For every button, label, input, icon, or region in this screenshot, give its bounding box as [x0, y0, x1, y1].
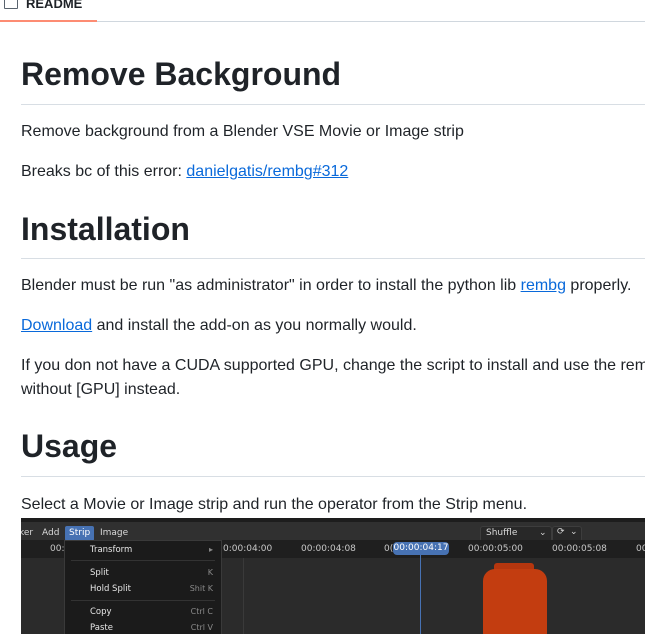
- breaks-paragraph: Breaks bc of this error: danielgatis/rem…: [21, 160, 348, 184]
- preview-figure: [483, 569, 547, 634]
- heading-rule: [21, 476, 645, 477]
- readme-tab[interactable]: README: [0, 0, 97, 22]
- breaks-text: Breaks bc of this error:: [21, 163, 187, 180]
- download-text: and install the add-on as you normally w…: [92, 317, 417, 334]
- split-shortcut: K: [207, 568, 213, 577]
- cuda-paragraph-line1: If you don not have a CUDA supported GPU…: [21, 357, 645, 374]
- cuda-paragraph-line2: without [GPU] instead.: [21, 381, 181, 398]
- timeline-tick: 00: [636, 544, 645, 554]
- download-paragraph: Download and install the add-on as you n…: [21, 314, 417, 338]
- blender-menubar: ker Add Strip Image Shuffle ⌄ ⟳ ⌄: [21, 518, 645, 542]
- timeline-left-label: 00:: [50, 544, 65, 554]
- playhead-time: 00:00:04:17: [393, 542, 449, 555]
- heading-rule: [21, 104, 645, 105]
- heading-rule: [21, 258, 645, 259]
- menu-item-paste: Paste: [90, 623, 113, 633]
- rembg-issue-link[interactable]: danielgatis/rembg#312: [186, 163, 348, 180]
- dropdown-value: Shuffle: [486, 528, 518, 538]
- timeline-tick: 00:00:05:08: [552, 544, 607, 554]
- blender-screenshot: ker Add Strip Image Shuffle ⌄ ⟳ ⌄ 00: 0:…: [21, 518, 645, 634]
- menu-item-transform: Transform: [90, 545, 133, 555]
- menu-item-hold-split: Hold Split: [90, 584, 131, 594]
- paste-shortcut: Ctrl V: [190, 623, 213, 632]
- download-link[interactable]: Download: [21, 317, 92, 334]
- snap-icon: ⟳: [557, 527, 565, 537]
- menu-separator: [71, 560, 215, 561]
- strip-menu: Transform ▸ Split K Hold Split Shit K Co…: [64, 540, 222, 634]
- menu-item-copy: Copy: [90, 607, 112, 617]
- book-icon: [4, 0, 18, 9]
- readme-tabbar: README: [0, 0, 645, 22]
- chevron-down-icon: ⌄: [539, 528, 547, 538]
- playhead-line: [420, 555, 421, 634]
- menu-strip: Strip: [65, 526, 95, 541]
- admin-suffix: properly.: [565, 277, 632, 294]
- submenu-arrow-icon: ▸: [208, 545, 213, 554]
- rembg-link[interactable]: rembg: [521, 277, 566, 294]
- grid-line: [243, 558, 244, 634]
- timeline-tick: 00:00:04:08: [301, 544, 356, 554]
- admin-paragraph: Blender must be run "as administrator" i…: [21, 274, 631, 298]
- hold-split-shortcut: Shit K: [189, 584, 213, 593]
- heading-installation: Installation: [21, 211, 190, 247]
- menu-add: Add: [42, 528, 60, 538]
- heading-remove-background: Remove Background: [21, 56, 342, 92]
- description-paragraph: Remove background from a Blender VSE Mov…: [21, 123, 464, 140]
- usage-paragraph: Select a Movie or Image strip and run th…: [21, 496, 528, 513]
- menu-image: Image: [100, 528, 129, 538]
- timeline-tick: 0:00:04:00: [223, 544, 273, 554]
- menu-view: ker: [21, 528, 34, 538]
- chevron-down-icon: ⌄: [570, 527, 578, 537]
- timeline-tick: 00:00:05:00: [468, 544, 523, 554]
- readme-tab-label: README: [26, 0, 83, 11]
- copy-shortcut: Ctrl C: [190, 607, 213, 616]
- menu-separator: [71, 600, 215, 601]
- timeline-tick: 0(: [384, 544, 394, 554]
- heading-usage: Usage: [21, 428, 118, 464]
- admin-text: Blender must be run "as administrator" i…: [21, 277, 521, 294]
- menu-item-split: Split: [90, 568, 109, 578]
